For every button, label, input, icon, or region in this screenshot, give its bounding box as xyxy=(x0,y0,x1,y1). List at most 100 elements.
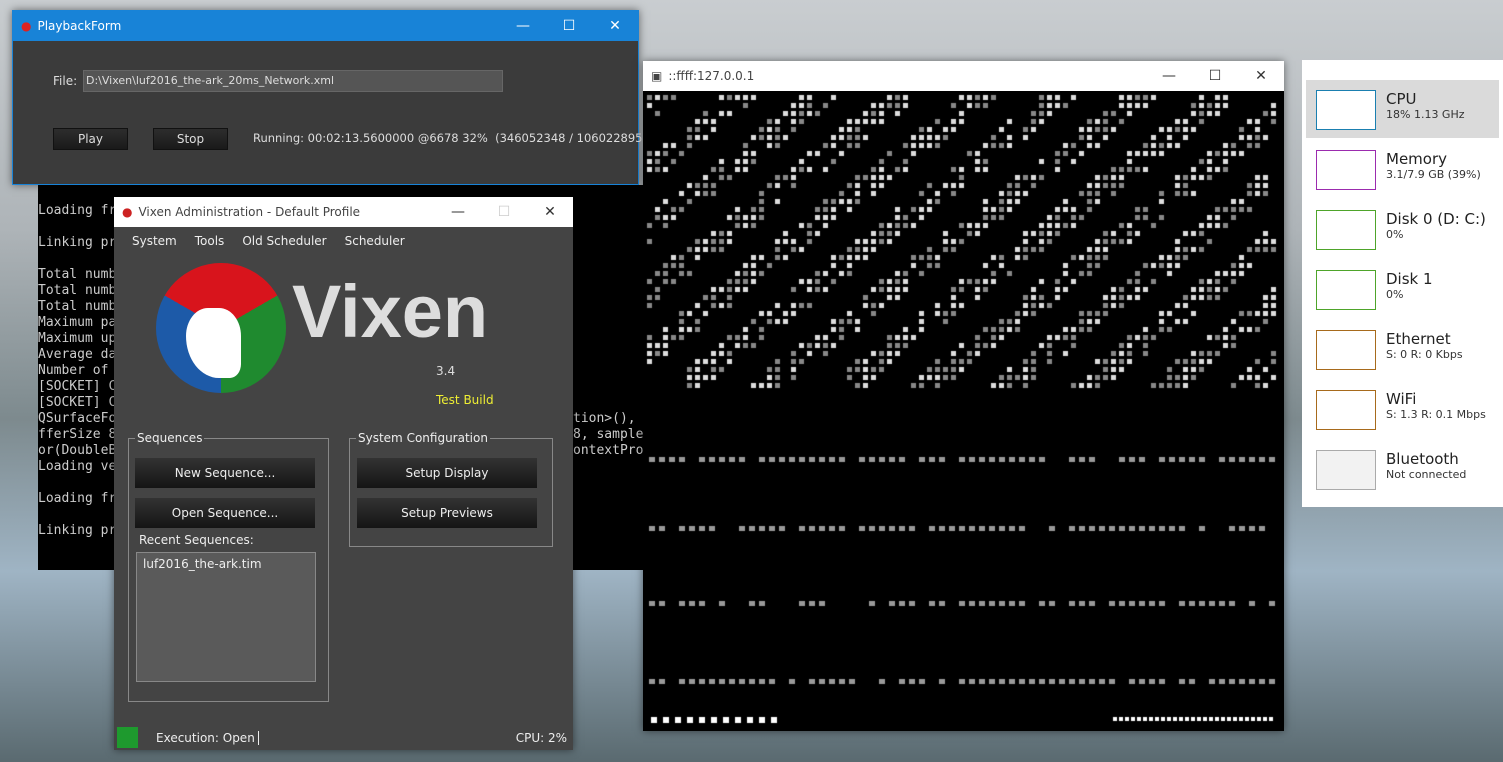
console-line: tion>(), xyxy=(573,411,636,426)
console-line: QSurfaceFo xyxy=(38,411,117,426)
console-line: [SOCKET] C xyxy=(38,395,117,410)
perf-item-disk-0-d-c-[interactable]: Disk 0 (D: C:) 0% xyxy=(1306,200,1499,258)
vixen-logo-text: Vixen xyxy=(292,270,489,353)
execution-status-indicator xyxy=(117,727,138,748)
new-sequence-button[interactable]: New Sequence... xyxy=(135,458,315,488)
title-bar: ▣ ::ffff:127.0.0.1 — ☐ ✕ xyxy=(643,61,1284,91)
minimize-button[interactable]: — xyxy=(435,204,481,220)
window-title: PlaybackForm xyxy=(37,19,122,33)
app-icon: ● xyxy=(21,19,32,33)
perf-graph xyxy=(1316,270,1376,310)
playback-status: Running: 00:02:13.5600000 @6678 32% (346… xyxy=(253,131,695,145)
file-input[interactable]: D:\Vixen\luf2016_the-ark_20ms_Network.xm… xyxy=(83,70,503,92)
preview-window: ▣ ::ffff:127.0.0.1 — ☐ ✕ xyxy=(643,61,1284,731)
perf-name: Bluetooth xyxy=(1386,450,1459,468)
menu-scheduler[interactable]: Scheduler xyxy=(345,234,405,248)
vixen-admin-window: ● Vixen Administration - Default Profile… xyxy=(114,197,573,750)
perf-value: 0% xyxy=(1386,228,1404,241)
window-title: Vixen Administration - Default Profile xyxy=(138,205,361,219)
version-label: 3.4 xyxy=(436,364,456,378)
group-label: Sequences xyxy=(135,431,205,445)
perf-graph xyxy=(1316,390,1376,430)
console-line: Loading fr xyxy=(38,491,117,506)
perf-value: 3.1/7.9 GB (39%) xyxy=(1386,168,1481,181)
perf-item-disk-1[interactable]: Disk 1 0% xyxy=(1306,260,1499,318)
perf-graph xyxy=(1316,450,1376,490)
setup-display-button[interactable]: Setup Display xyxy=(357,458,537,488)
perf-item-memory[interactable]: Memory 3.1/7.9 GB (39%) xyxy=(1306,140,1499,198)
perf-graph xyxy=(1316,330,1376,370)
perf-item-bluetooth[interactable]: Bluetooth Not connected xyxy=(1306,440,1499,498)
console-line: ontextProf xyxy=(573,443,643,458)
console-line: 8, sample xyxy=(573,427,643,442)
console-line: [SOCKET] C xyxy=(38,379,117,394)
perf-graph xyxy=(1316,90,1376,130)
vixen-logo xyxy=(156,263,286,393)
console-line: Loading ve xyxy=(38,459,117,474)
title-bar: ● PlaybackForm — ☐ ✕ xyxy=(13,11,638,41)
light-preview-canvas[interactable] xyxy=(643,91,1284,731)
menu-old-scheduler[interactable]: Old Scheduler xyxy=(242,234,326,248)
close-button[interactable]: ✕ xyxy=(1238,68,1284,84)
maximize-button[interactable]: ☐ xyxy=(546,18,592,34)
console-line: fferSize 8 xyxy=(38,427,117,442)
maximize-button[interactable]: ☐ xyxy=(481,204,527,220)
console-line: Total numb xyxy=(38,283,117,298)
close-button[interactable]: ✕ xyxy=(592,18,638,34)
stop-button[interactable]: Stop xyxy=(153,128,228,150)
play-button[interactable]: Play xyxy=(53,128,128,150)
console-line: Average da xyxy=(38,347,117,362)
perf-name: CPU xyxy=(1386,90,1417,108)
perf-value: S: 1.3 R: 0.1 Mbps xyxy=(1386,408,1486,421)
title-bar: ● Vixen Administration - Default Profile… xyxy=(114,197,573,227)
console-line: Maximum up xyxy=(38,331,117,346)
recent-sequences-list[interactable]: luf2016_the-ark.tim xyxy=(136,552,316,682)
console-line: Number of xyxy=(38,363,109,378)
perf-value: Not connected xyxy=(1386,468,1467,481)
playback-form-window: ● PlaybackForm — ☐ ✕ File: D:\Vixen\luf201… xyxy=(12,10,695,185)
sequences-group: Sequences New Sequence... Open Sequence.… xyxy=(128,431,329,702)
perf-graph xyxy=(1316,150,1376,190)
perf-item-cpu[interactable]: CPU 18% 1.13 GHz xyxy=(1306,80,1499,138)
task-manager-performance-panel: CPU 18% 1.13 GHz Memory 3.1/7.9 GB (39%) Dis… xyxy=(1302,60,1503,507)
recent-label: Recent Sequences: xyxy=(139,533,254,547)
console-line: Loading fr xyxy=(38,203,117,218)
console-line: Total numb xyxy=(38,299,117,314)
perf-value: 18% 1.13 GHz xyxy=(1386,108,1465,121)
perf-item-ethernet[interactable]: Ethernet S: 0 R: 0 Kbps xyxy=(1306,320,1499,378)
file-label: File: xyxy=(53,74,78,88)
minimize-button[interactable]: — xyxy=(500,18,546,34)
close-button[interactable]: ✕ xyxy=(527,204,573,220)
perf-item-wifi[interactable]: WiFi S: 1.3 R: 0.1 Mbps xyxy=(1306,380,1499,438)
execution-status: Execution: Open xyxy=(156,731,259,745)
perf-graph xyxy=(1316,210,1376,250)
maximize-button[interactable]: ☐ xyxy=(1192,68,1238,84)
console-line: Maximum pa xyxy=(38,315,117,330)
perf-name: Ethernet xyxy=(1386,330,1451,348)
perf-value: 0% xyxy=(1386,288,1404,301)
cpu-usage: CPU: 2% xyxy=(515,731,567,745)
perf-value: S: 0 R: 0 Kbps xyxy=(1386,348,1463,361)
menu-bar: System Tools Old Scheduler Scheduler xyxy=(114,227,573,255)
menu-system[interactable]: System xyxy=(132,234,177,248)
menu-tools[interactable]: Tools xyxy=(195,234,225,248)
open-sequence-button[interactable]: Open Sequence... xyxy=(135,498,315,528)
setup-previews-button[interactable]: Setup Previews xyxy=(357,498,537,528)
console-line: Linking pr xyxy=(38,235,117,250)
list-item[interactable]: luf2016_the-ark.tim xyxy=(143,557,309,571)
build-label: Test Build xyxy=(436,393,494,407)
window-title: ::ffff:127.0.0.1 xyxy=(668,69,755,83)
console-line: Linking pr xyxy=(38,523,117,538)
perf-name: WiFi xyxy=(1386,390,1417,408)
console-line: Total numb xyxy=(38,267,117,282)
app-icon: ● xyxy=(122,205,133,219)
window-icon: ▣ xyxy=(651,69,663,83)
perf-name: Disk 0 (D: C:) xyxy=(1386,210,1486,228)
group-label: System Configuration xyxy=(356,431,490,445)
perf-name: Disk 1 xyxy=(1386,270,1433,288)
minimize-button[interactable]: — xyxy=(1146,68,1192,84)
